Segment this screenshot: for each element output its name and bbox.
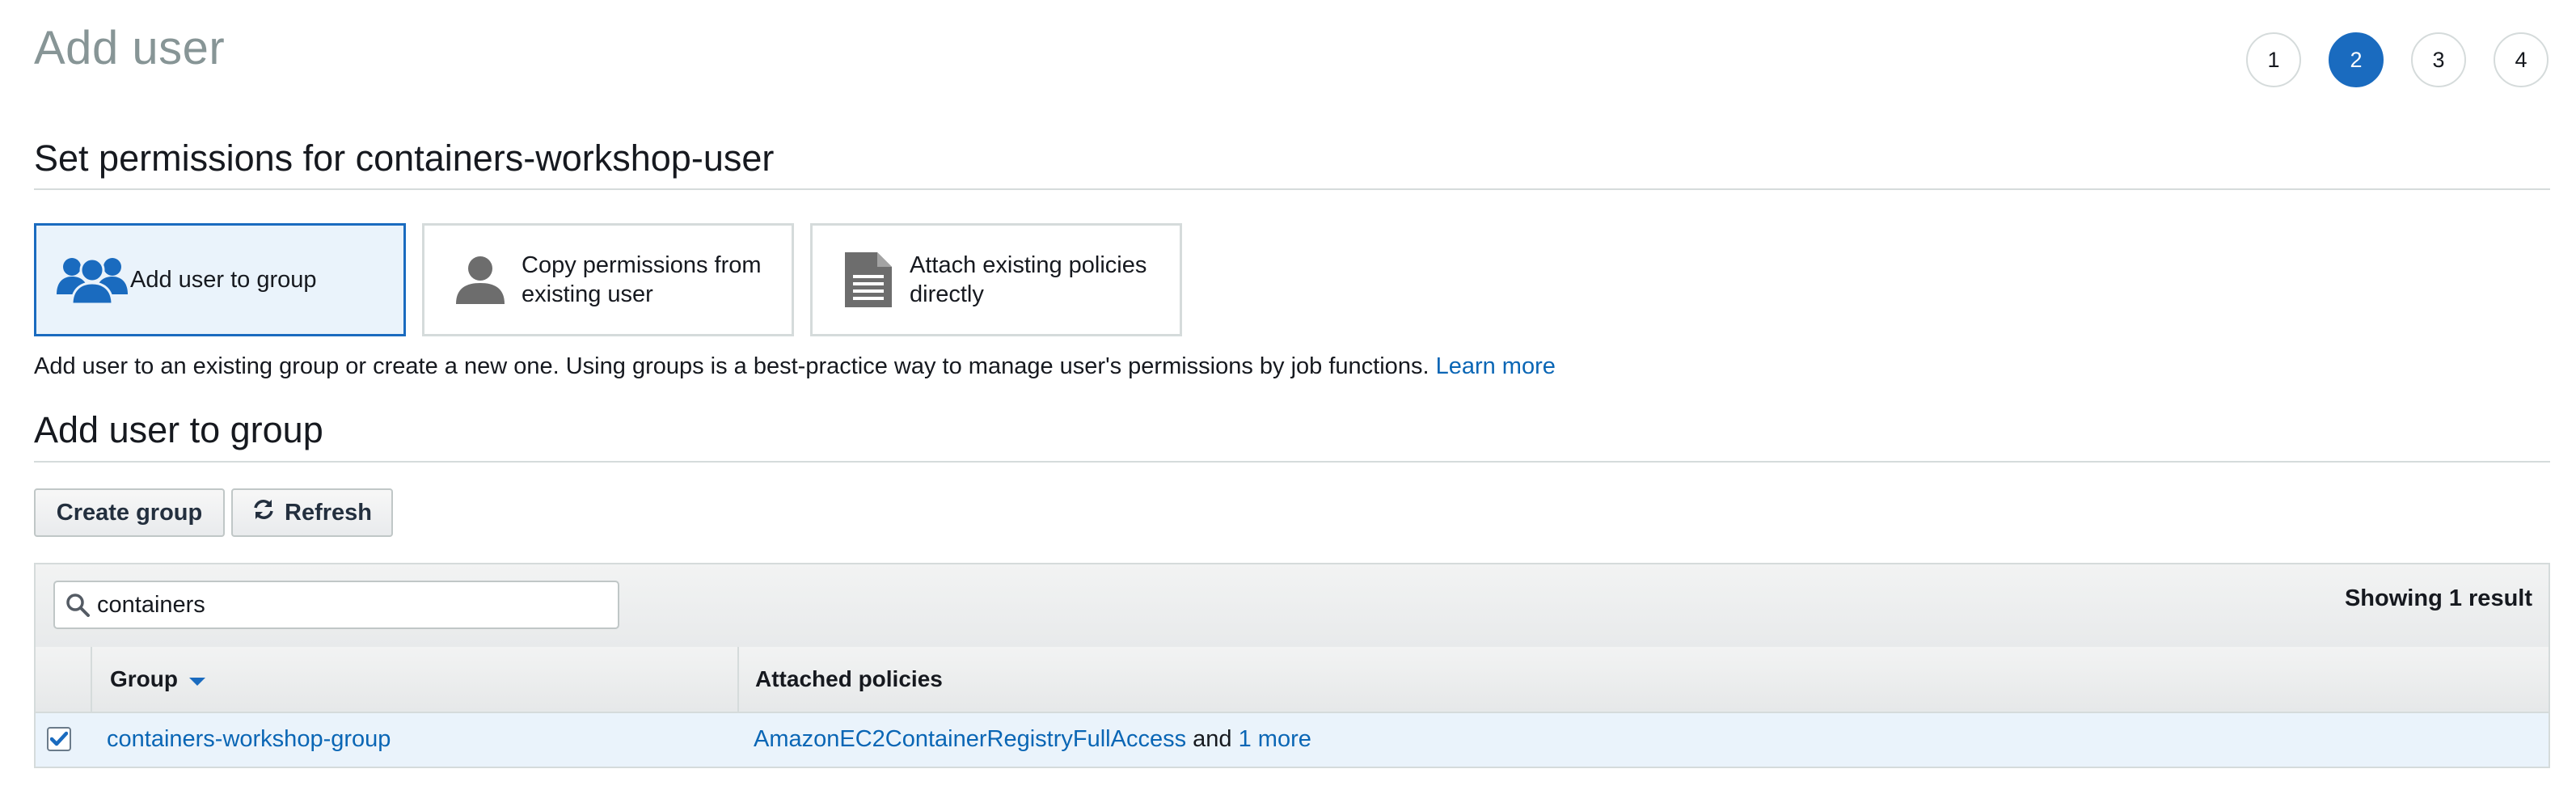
check-icon [50,731,68,746]
search-icon [60,593,95,617]
column-header-policies: Attached policies [755,666,943,691]
group-actions: Create group Refresh [34,488,393,537]
search-input[interactable] [95,591,582,619]
option-description: Add user to an existing group or create … [34,353,1556,380]
table-row[interactable]: containers-workshop-group AmazonEC2Conta… [36,713,2549,767]
refresh-button[interactable]: Refresh [231,488,393,537]
wizard-steps: 1 2 3 4 [2246,32,2549,87]
policy-link[interactable]: AmazonEC2ContainerRegistryFullAccess [754,726,1186,752]
table-header: Group Attached policies [36,647,2549,713]
option-attach-policies[interactable]: Attach existing policies directly [810,223,1182,336]
permissions-heading: Set permissions for containers-workshop-… [34,137,775,179]
user-icon [444,251,517,309]
description-text: Add user to an existing group or create … [34,353,1429,379]
result-count: Showing 1 result [2344,585,2532,611]
refresh-icon [252,498,275,527]
add-to-group-heading: Add user to group [34,409,323,450]
table-filter-bar: Showing 1 result [36,564,2549,649]
learn-more-link[interactable]: Learn more [1436,353,1556,379]
group-divider [34,461,2550,463]
document-icon [832,251,905,309]
column-header-group[interactable]: Group [110,666,205,692]
option-copy-permissions-label: Copy permissions from existing user [522,252,762,307]
column-header-group-label: Group [110,666,178,691]
user-group-icon [56,251,129,309]
attached-policies-cell: AmazonEC2ContainerRegistryFullAccess and… [754,726,1311,753]
option-add-user-to-group[interactable]: Add user to group [34,223,406,336]
search-box[interactable] [53,581,619,629]
step-4[interactable]: 4 [2494,32,2549,87]
step-1[interactable]: 1 [2246,32,2301,87]
column-divider [737,647,739,712]
groups-table: Showing 1 result Group Attached policies… [34,563,2550,768]
step-3[interactable]: 3 [2411,32,2466,87]
page-title: Add user [34,22,226,74]
permission-options: Add user to group Copy permissions from … [34,223,1182,336]
permissions-divider [34,188,2550,190]
more-policies-link[interactable]: 1 more [1239,726,1311,752]
step-2-current[interactable]: 2 [2329,32,2384,87]
group-name-link[interactable]: containers-workshop-group [107,726,391,753]
refresh-label: Refresh [285,499,372,526]
sort-descending-icon [189,666,205,692]
option-attach-policies-label: Attach existing policies directly [910,252,1147,307]
policy-joiner: and [1193,726,1232,752]
option-copy-permissions[interactable]: Copy permissions from existing user [422,223,794,336]
column-divider [91,647,92,712]
create-group-label: Create group [56,499,203,526]
create-group-button[interactable]: Create group [34,488,225,537]
row-checkbox[interactable] [47,727,71,751]
option-add-user-to-group-label: Add user to group [130,267,317,293]
